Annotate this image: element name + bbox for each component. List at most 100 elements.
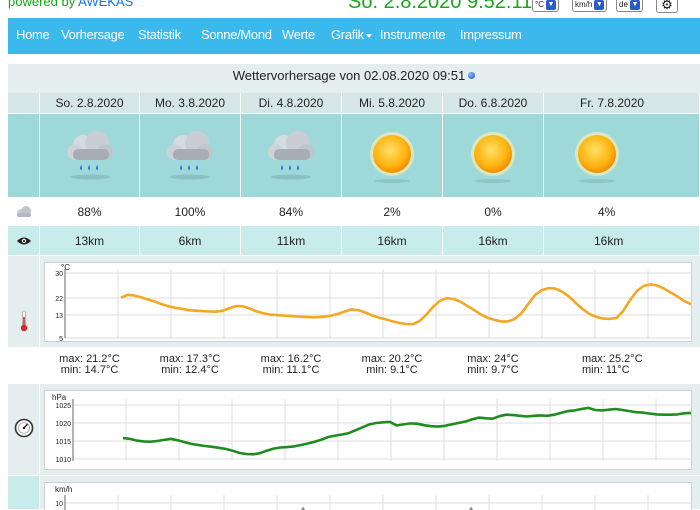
language-select[interactable]: de ▼ xyxy=(616,0,643,12)
temperature-row-label xyxy=(8,256,40,348)
settings-button[interactable]: ⚙ xyxy=(656,0,678,13)
temp-tick-label: 30 xyxy=(55,271,63,278)
temperature-chart-cell: °C 30 22 13 5 xyxy=(40,256,700,348)
status-dot-icon xyxy=(468,72,476,79)
temp-min: min: 9.1°C xyxy=(366,364,418,376)
temp-min: min: 11°C xyxy=(582,364,630,376)
day-date: Di. 4.8.2020 xyxy=(241,93,342,114)
weather-icon-cell xyxy=(241,114,342,198)
nav-statistik[interactable]: Statistik xyxy=(138,27,181,42)
sun-icon xyxy=(370,132,414,183)
current-datetime: So. 2.8.2020 9:52:11 xyxy=(348,0,533,13)
temperature-series-line xyxy=(120,283,691,326)
powered-by: powered by AWEKAS xyxy=(8,0,133,9)
wind-tick-label: 10 xyxy=(55,501,63,508)
top-strip: powered by AWEKAS So. 2.8.2020 9:52:11 °… xyxy=(0,0,700,18)
thermometer-icon xyxy=(20,310,27,332)
temp-tick-label: 22 xyxy=(55,296,63,303)
temp-min: min: 9.7°C xyxy=(467,364,519,376)
barometer-icon xyxy=(14,418,33,438)
temp-range: max: 21.2°C min: 14.7°C xyxy=(40,348,140,384)
weather-icon-cell xyxy=(40,114,140,198)
cloud-cover: 88% xyxy=(40,198,140,226)
temp-range: max: 20.2°C min: 9.1°C xyxy=(342,348,443,384)
day-date: Mo. 3.8.2020 xyxy=(140,93,241,114)
weather-icon-cell xyxy=(544,114,700,198)
rain-cloud-icon xyxy=(167,131,213,180)
wind-chart: km/h 10 xyxy=(44,482,692,510)
forecast-title-text: Wettervorhersage von 02.08.2020 09:51 xyxy=(232,68,466,83)
pressure-chart-cell: hPa 1025 1020 1015 1010 xyxy=(40,384,700,476)
main-nav: Home Vorhersage Statistik Sonne/Mond Wer… xyxy=(8,18,700,54)
wind-unit-label: km/h xyxy=(55,485,72,494)
awekas-link[interactable]: AWEKAS xyxy=(78,0,133,9)
pressure-tick-label: 1025 xyxy=(55,403,71,410)
weather-icon-cell xyxy=(443,114,544,198)
speed-unit-select[interactable]: km/h ▼ xyxy=(572,0,608,12)
temp-min: min: 12.4°C xyxy=(161,364,219,376)
row-label-empty xyxy=(8,93,40,114)
nav-grafik[interactable]: Grafik xyxy=(331,27,372,42)
nav-impressum[interactable]: Impressum xyxy=(460,27,522,42)
temp-unit-select[interactable]: °C ▼ xyxy=(532,0,559,12)
nav-grafik-label: Grafik xyxy=(331,27,364,42)
caret-down-icon xyxy=(365,33,372,38)
temp-unit-value: °C xyxy=(535,0,544,9)
pressure-chart: hPa 1025 1020 1015 1010 xyxy=(44,390,692,470)
forecast-title: Wettervorhersage von 02.08.2020 09:51 xyxy=(8,64,700,88)
temp-tick-label: 5 xyxy=(59,336,63,342)
chevron-down-icon: ▼ xyxy=(594,0,605,10)
temp-min: min: 14.7°C xyxy=(60,364,119,376)
temp-range: max: 16.2°C min: 11.1°C xyxy=(241,348,342,384)
weather-icon-cell xyxy=(342,114,443,198)
temp-range: max: 25.2°C min: 11°C xyxy=(544,348,700,384)
wind-chart-cell: km/h 10 xyxy=(40,476,700,510)
visibility: 13km xyxy=(40,226,140,256)
cloud-cover: 4% xyxy=(544,198,700,226)
day-date: Mi. 5.8.2020 xyxy=(342,93,443,114)
chevron-down-icon: ▼ xyxy=(545,0,556,10)
visibility-row-label xyxy=(8,226,40,256)
visibility: 16km xyxy=(342,226,443,256)
nav-sonne-mond[interactable]: Sonne/Mond xyxy=(201,27,272,42)
visibility: 6km xyxy=(140,226,241,256)
pressure-unit-label: hPa xyxy=(52,393,67,402)
wind-row-label xyxy=(8,476,40,510)
chevron-down-icon: ▼ xyxy=(629,0,640,10)
temp-range: max: 17.3°C min: 12.4°C xyxy=(140,348,241,384)
powered-by-text: powered by xyxy=(8,0,76,9)
pressure-tick-label: 1020 xyxy=(55,421,71,428)
day-date: So. 2.8.2020 xyxy=(40,93,140,114)
row-label-empty xyxy=(8,114,40,198)
pressure-tick-label: 1015 xyxy=(55,439,71,446)
sun-icon xyxy=(575,132,619,183)
speed-unit-value: km/h xyxy=(575,0,593,9)
visibility: 16km xyxy=(544,226,700,256)
pressure-series-line xyxy=(122,406,691,456)
pressure-row-label xyxy=(8,384,40,476)
gear-icon: ⚙ xyxy=(661,0,673,12)
rain-cloud-icon xyxy=(66,131,113,180)
day-date: Fr. 7.8.2020 xyxy=(544,93,700,114)
clouds-row-label xyxy=(8,198,40,226)
visibility: 16km xyxy=(443,226,544,256)
cloud-cover: 2% xyxy=(342,198,443,226)
nav-home[interactable]: Home xyxy=(16,27,50,42)
nav-vorhersage[interactable]: Vorhersage xyxy=(61,27,125,42)
temp-min: min: 11.1°C xyxy=(262,364,320,376)
pressure-grid xyxy=(72,399,691,461)
forecast-table: Wettervorhersage von 02.08.2020 09:51 So… xyxy=(8,64,700,510)
weather-icon-cell xyxy=(140,114,241,198)
visibility: 11km xyxy=(241,226,342,256)
nav-werte[interactable]: Werte xyxy=(282,27,315,42)
sun-icon xyxy=(471,132,515,183)
cloud-cover: 84% xyxy=(241,198,342,226)
temp-tick-label: 13 xyxy=(55,313,63,320)
row-label-empty xyxy=(8,348,40,384)
temperature-chart: °C 30 22 13 5 xyxy=(44,262,692,342)
cloud-icon xyxy=(16,206,31,217)
eye-icon xyxy=(16,237,31,245)
pressure-tick-label: 1010 xyxy=(55,457,71,464)
rain-cloud-icon xyxy=(268,131,314,180)
nav-instrumente[interactable]: Instrumente xyxy=(380,27,446,42)
